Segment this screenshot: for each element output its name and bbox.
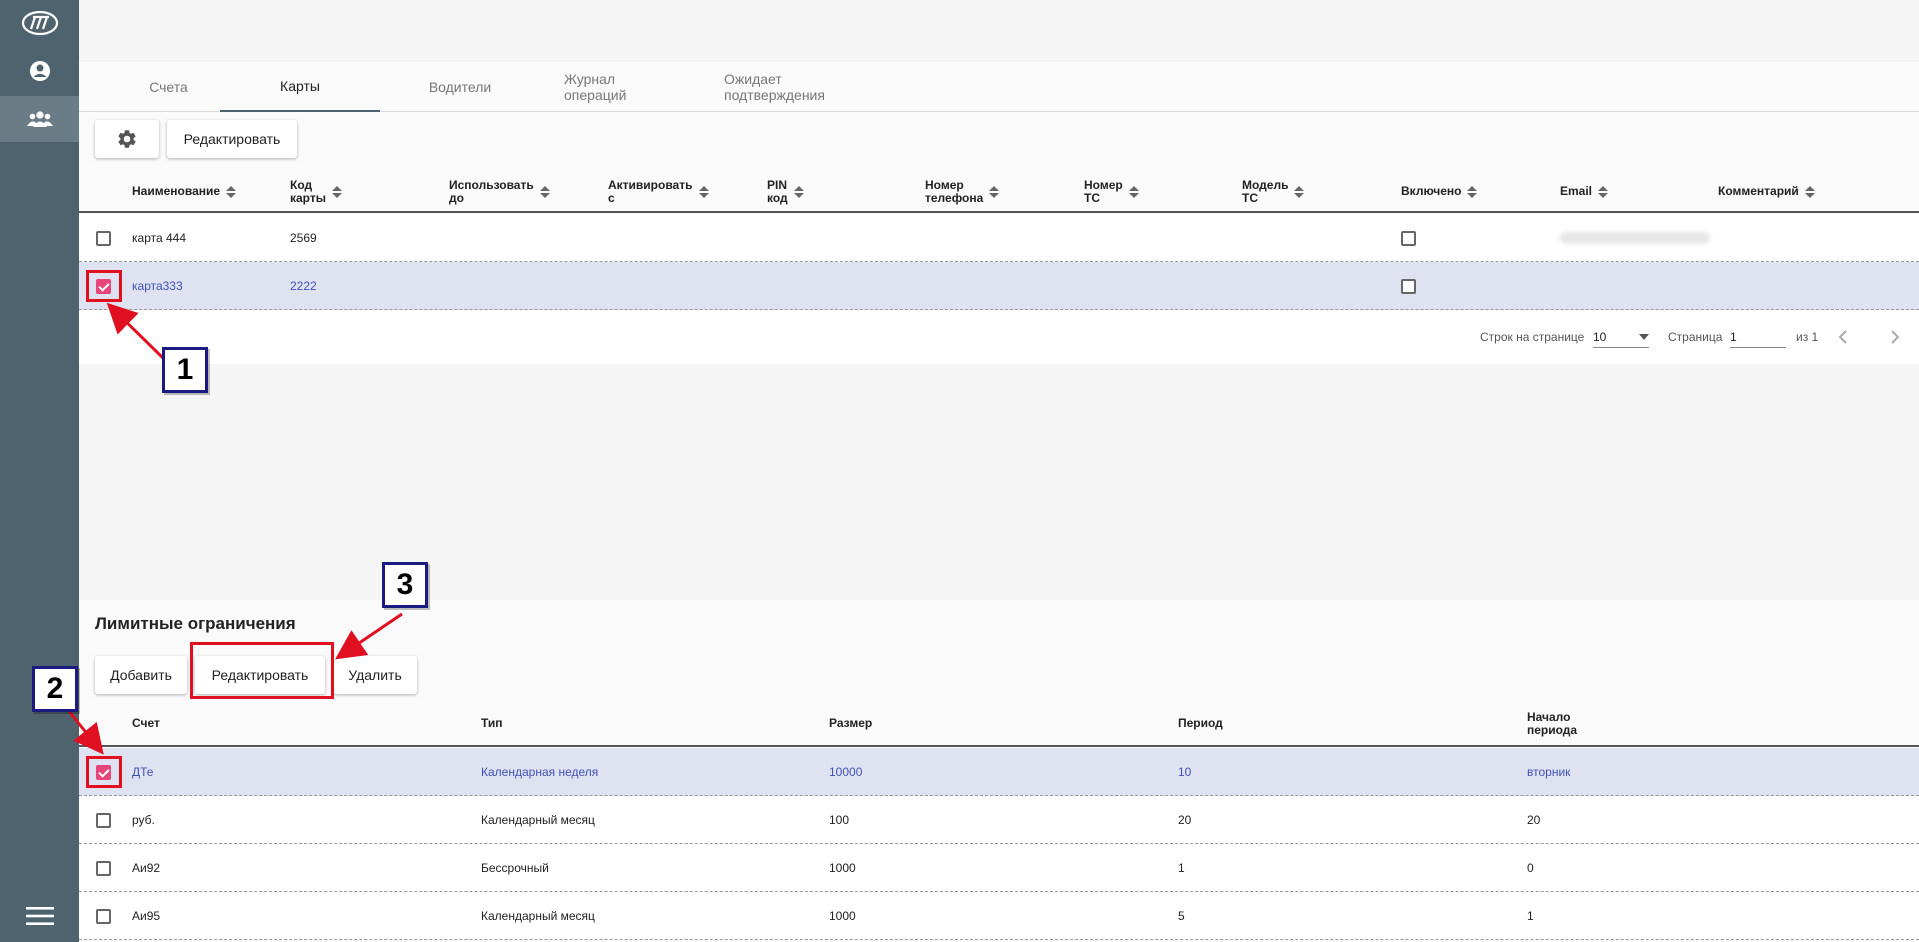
col-comment[interactable]: Комментарий (1718, 170, 1815, 213)
limit-period-start: вторник (1527, 765, 1571, 779)
col-use-until[interactable]: Использовать до (449, 170, 550, 213)
empty-area (79, 364, 1919, 600)
limit-type: Календарный месяц (481, 813, 595, 827)
card-name: карта333 (132, 279, 183, 293)
page-label: Страница (1668, 330, 1723, 344)
limit-period-start: 1 (1527, 909, 1534, 923)
limit-period-start: 20 (1527, 813, 1541, 827)
table-row[interactable]: Аи92 Бессрочный 1000 1 0 (79, 844, 1919, 892)
annotation-badge: 2 (32, 666, 78, 712)
limit-type: Бессрочный (481, 861, 549, 875)
tab-bar: Счета Карты Водители Журнал операций Ожи… (79, 62, 1919, 112)
col-vehicle-model[interactable]: Модель ТС (1242, 170, 1305, 213)
card-code: 2222 (290, 279, 317, 293)
rows-per-page-select[interactable]: 10 (1593, 326, 1649, 348)
enabled-checkbox[interactable] (1401, 278, 1416, 294)
col-account[interactable]: Счет (132, 700, 160, 747)
col-name[interactable]: Наименование (132, 170, 237, 213)
row-checkbox[interactable] (96, 860, 111, 876)
tab-operations-log[interactable]: Журнал операций (540, 62, 700, 112)
menu-icon[interactable] (0, 890, 79, 942)
col-enabled[interactable]: Включено (1401, 170, 1478, 213)
limit-account: Аи92 (132, 861, 161, 875)
col-phone[interactable]: Номер телефона (925, 170, 1000, 213)
callout-card-checkbox (86, 270, 122, 302)
pagination: Строк на странице 10 Страница 1 из 1 (79, 310, 1919, 364)
col-type[interactable]: Тип (481, 700, 503, 747)
tab-cards[interactable]: Карты (220, 62, 380, 112)
col-period-start[interactable]: Начало периода (1527, 700, 1577, 747)
limit-period-start: 0 (1527, 861, 1534, 875)
limit-period: 10 (1178, 765, 1192, 779)
table-row[interactable]: Аи95 Календарный месяц 1000 5 1 (79, 892, 1919, 940)
row-checkbox[interactable] (96, 908, 111, 924)
limit-period: 20 (1178, 813, 1192, 827)
limits-table-header: Счет Тип Размер Период Начало периода (79, 700, 1919, 747)
tab-awaiting-confirmation[interactable]: Ожидает подтверждения (700, 62, 900, 112)
prev-page-icon[interactable] (1838, 310, 1848, 364)
limit-type: Календарный месяц (481, 909, 595, 923)
limit-size: 1000 (829, 861, 856, 875)
enabled-checkbox[interactable] (1401, 230, 1416, 246)
col-card-code[interactable]: Код карты (290, 170, 342, 213)
limit-size: 1000 (829, 909, 856, 923)
cards-panel: Редактировать Наименование Код карты Испо… (79, 112, 1919, 364)
account-icon[interactable] (0, 48, 79, 94)
col-period[interactable]: Период (1178, 700, 1223, 747)
col-email[interactable]: Email (1560, 170, 1609, 213)
sidebar (0, 0, 79, 942)
limits-delete-button[interactable]: Удалить (333, 656, 417, 694)
limit-account: Аи95 (132, 909, 161, 923)
clients-icon[interactable] (0, 96, 79, 142)
logo-icon[interactable] (0, 0, 79, 46)
col-activate-from[interactable]: Активировать с (608, 170, 709, 213)
table-row[interactable]: карта 444 2569 (79, 214, 1919, 262)
limits-add-button[interactable]: Добавить (95, 656, 187, 694)
col-size[interactable]: Размер (829, 700, 872, 747)
limit-size: 10000 (829, 765, 863, 779)
email-value-redacted (1560, 232, 1710, 244)
tab-accounts[interactable]: Счета (117, 62, 220, 112)
row-checkbox[interactable] (96, 230, 111, 246)
limits-panel: Лимитные ограничения Добавить Редактиров… (79, 600, 1919, 942)
annotation-badge: 1 (162, 347, 208, 393)
limit-account: руб. (132, 813, 155, 827)
limit-period: 1 (1178, 861, 1185, 875)
card-name: карта 444 (132, 231, 186, 245)
row-checkbox[interactable] (96, 812, 111, 828)
settings-button[interactable] (95, 120, 159, 158)
page-count-label: из 1 (1796, 330, 1819, 344)
next-page-icon[interactable] (1890, 310, 1900, 364)
rows-per-page-label: Строк на странице (1480, 330, 1585, 344)
gear-icon (118, 130, 136, 148)
table-row[interactable]: карта333 2222 (79, 262, 1919, 310)
top-bar (79, 0, 1919, 62)
limit-period: 5 (1178, 909, 1185, 923)
card-code: 2569 (290, 231, 317, 245)
limit-type: Календарная неделя (481, 765, 599, 779)
cards-table-header: Наименование Код карты Использовать до Акт… (79, 170, 1919, 213)
callout-edit-button (190, 642, 334, 699)
limit-size: 100 (829, 813, 850, 827)
tab-drivers[interactable]: Водители (380, 62, 540, 112)
cards-edit-button[interactable]: Редактировать (167, 120, 297, 158)
page-input[interactable]: 1 (1730, 326, 1786, 348)
col-pin[interactable]: PIN код (767, 170, 804, 213)
col-vehicle-number[interactable]: Номер ТС (1084, 170, 1139, 213)
annotation-badge: 3 (382, 562, 428, 608)
dropdown-arrow-icon (1639, 333, 1649, 340)
table-row[interactable]: руб. Календарный месяц 100 20 20 (79, 796, 1919, 844)
callout-limit-checkbox (86, 756, 122, 788)
limits-title: Лимитные ограничения (95, 614, 296, 633)
table-row[interactable]: ДТе Календарная неделя 10000 10 вторник (79, 748, 1919, 796)
limit-account: ДТе (132, 765, 154, 779)
